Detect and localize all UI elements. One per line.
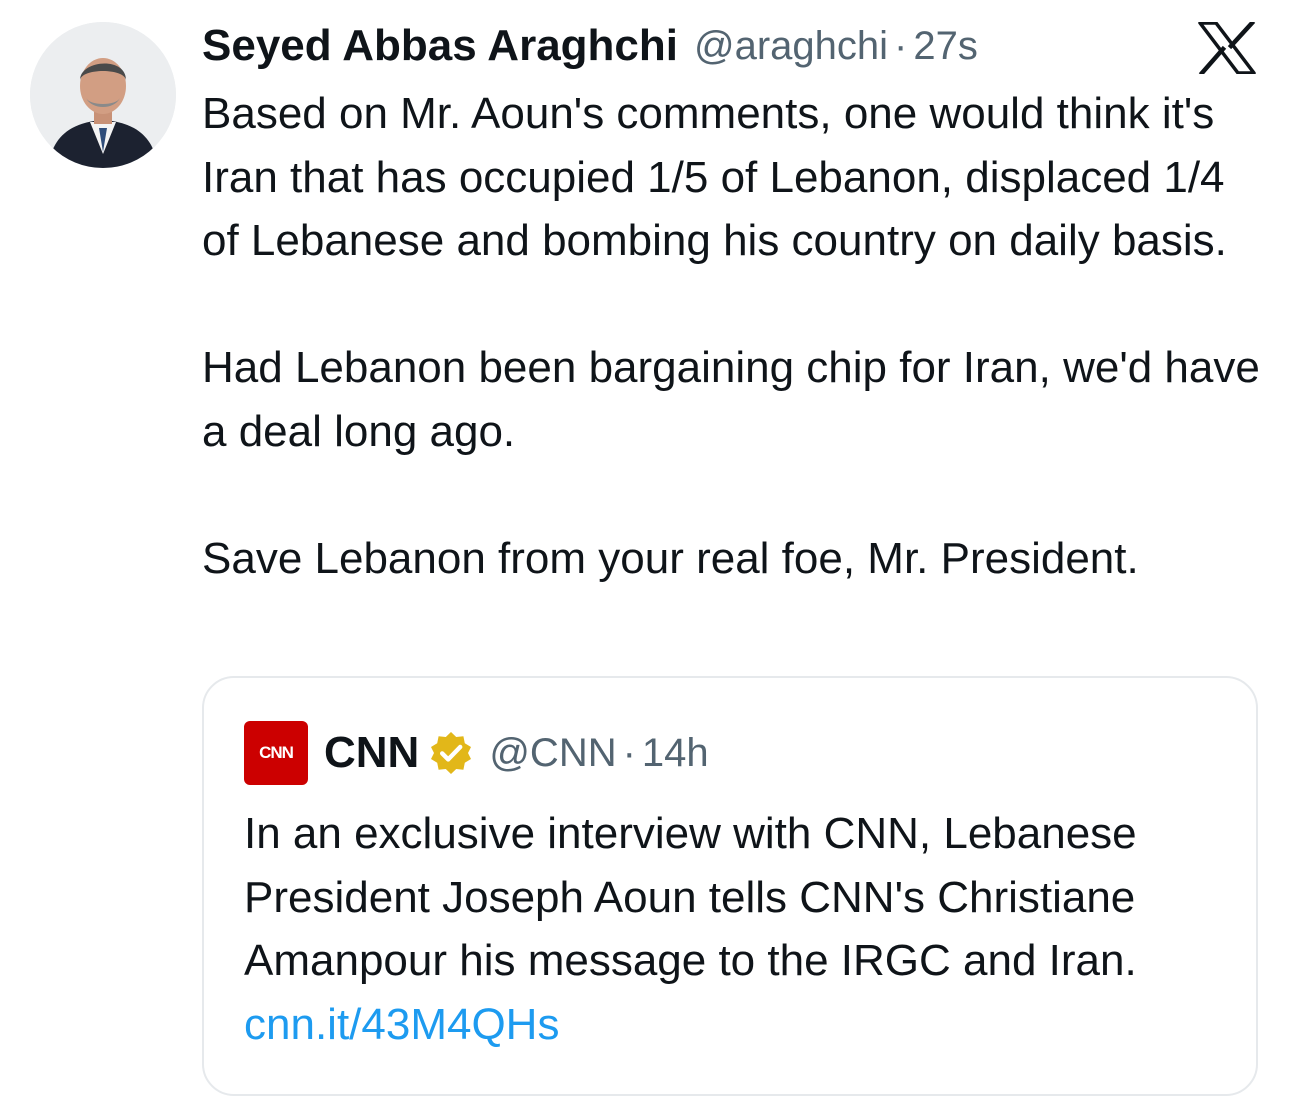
avatar[interactable] [30, 22, 176, 168]
tweet-body: Based on Mr. Aoun's comments, one would … [202, 82, 1272, 590]
quoted-tweet-header: CNN CNN @CNN · 14h [244, 720, 709, 786]
quoted-tweet-card[interactable]: CNN CNN @CNN · 14h In an exclusive inter… [202, 676, 1258, 1096]
separator-dot: · [894, 23, 908, 68]
x-logo-icon [1198, 22, 1256, 74]
quoted-tweet-link[interactable]: cnn.it/43M4QHs [244, 1000, 559, 1049]
quoted-tweet-text: In an exclusive interview with CNN, Leba… [244, 809, 1137, 985]
tweet-paragraph: Save Lebanon from your real foe, Mr. Pre… [202, 533, 1139, 583]
quoted-tweet-body: In an exclusive interview with CNN, Leba… [244, 802, 1244, 1056]
author-handle[interactable]: @araghchi [694, 24, 888, 69]
avatar-photo [30, 22, 176, 168]
tweet-paragraph: Based on Mr. Aoun's comments, one would … [202, 89, 1227, 265]
separator-dot: · [622, 730, 636, 775]
quoted-timestamp[interactable]: 14h [642, 731, 709, 776]
timestamp[interactable]: 27s [913, 24, 978, 69]
cnn-logo[interactable]: CNN [244, 721, 308, 785]
author-name[interactable]: Seyed Abbas Araghchi [202, 21, 678, 71]
tweet-paragraph: Had Lebanon been bargaining chip for Ira… [202, 343, 1260, 456]
tweet-header: Seyed Abbas Araghchi @araghchi · 27s [202, 14, 978, 78]
quoted-author-handle[interactable]: @CNN [489, 731, 616, 776]
verified-badge-icon [431, 732, 472, 774]
quoted-author-name[interactable]: CNN [324, 728, 419, 778]
